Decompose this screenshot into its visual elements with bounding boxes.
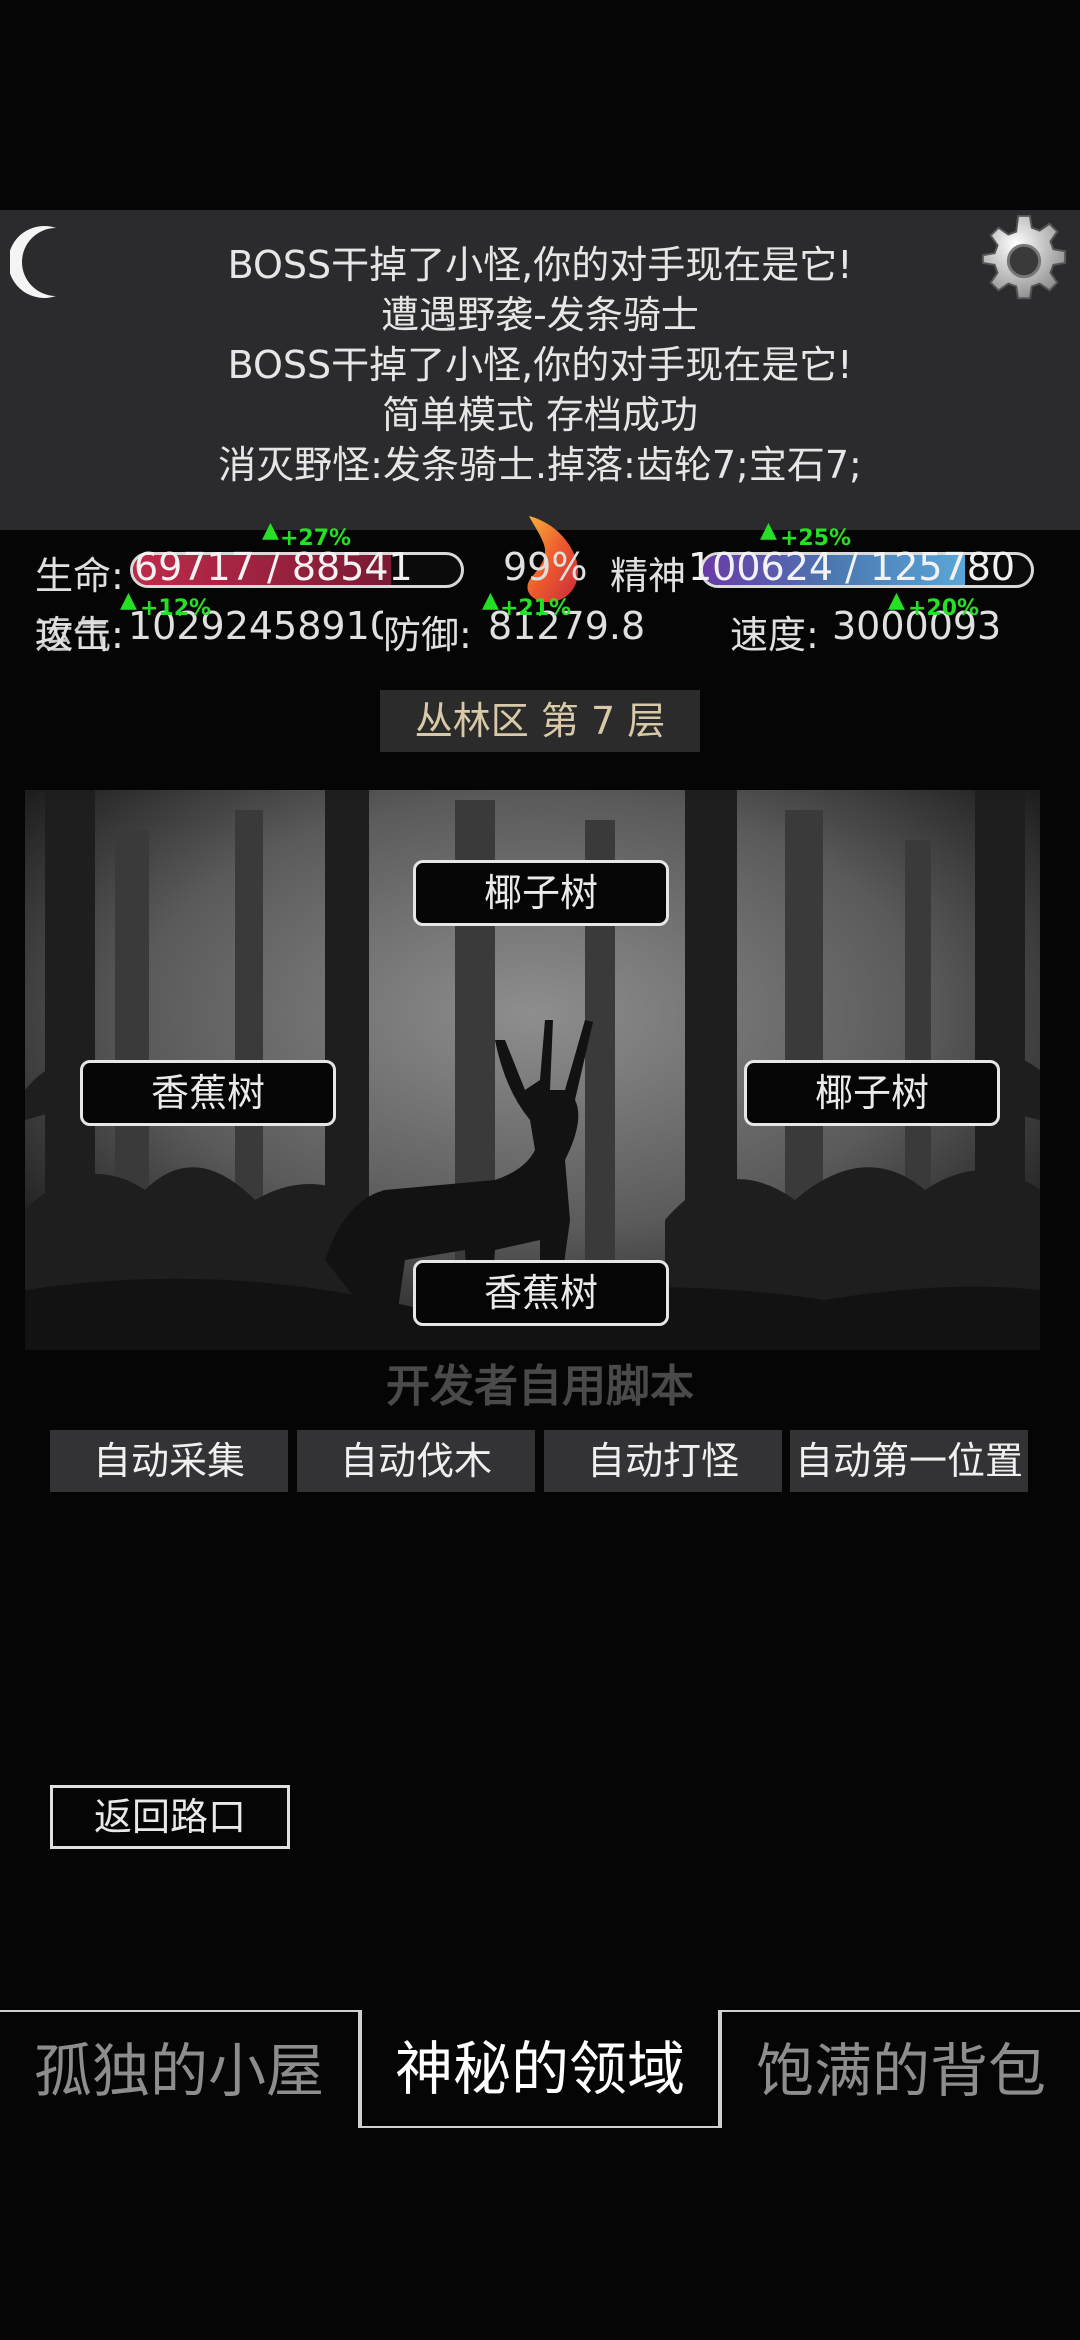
spirit-label: 精神 bbox=[610, 554, 687, 598]
auto-gather-button[interactable]: 自动采集 bbox=[50, 1430, 288, 1492]
tree-button-top[interactable]: 椰子树 bbox=[413, 860, 669, 926]
log-line: 遭遇野袭-发条骑士 bbox=[381, 293, 699, 337]
attack-label: 攻击: bbox=[35, 613, 124, 657]
back-to-crossroad-button[interactable]: 返回路口 bbox=[50, 1785, 290, 1849]
dev-scripts-title: 开发者自用脚本 bbox=[386, 1361, 694, 1412]
speed-label: 速度: bbox=[730, 613, 819, 657]
log-line: 简单模式 存档成功 bbox=[381, 393, 699, 437]
attack-bonus: +12% bbox=[140, 596, 212, 621]
defense-label: 防御: bbox=[383, 613, 472, 657]
log-line: BOSS干掉了小怪,你的对手现在是它! bbox=[227, 343, 853, 387]
tab-lonely-cabin[interactable]: 孤独的小屋 bbox=[0, 2010, 360, 2128]
log-line: BOSS干掉了小怪,你的对手现在是它! bbox=[227, 243, 853, 287]
hp-label: 生命: bbox=[35, 554, 124, 598]
tab-mysterious-realm[interactable]: 神秘的领域 bbox=[360, 2010, 720, 2128]
tree-button-right[interactable]: 椰子树 bbox=[744, 1060, 1000, 1126]
hp-value: 69717 / 88541 bbox=[134, 545, 413, 589]
tab-full-backpack[interactable]: 饱满的背包 bbox=[720, 2010, 1080, 2128]
message-log: BOSS干掉了小怪,你的对手现在是它! 遭遇野袭-发条骑士 BOSS干掉了小怪,… bbox=[0, 210, 1080, 530]
up-arrow-icon: ▲ bbox=[482, 588, 499, 613]
spirit-bonus: +25% bbox=[780, 526, 852, 551]
moon-icon[interactable] bbox=[10, 222, 70, 302]
up-arrow-icon: ▲ bbox=[120, 588, 137, 613]
tree-button-left[interactable]: 香蕉树 bbox=[80, 1060, 336, 1126]
up-arrow-icon: ▲ bbox=[760, 518, 777, 543]
auto-fight-button[interactable]: 自动打怪 bbox=[544, 1430, 782, 1492]
speed-bonus: +20% bbox=[908, 596, 980, 621]
hp-bonus: +27% bbox=[280, 526, 352, 551]
zone-title: 丛林区 第 7 层 bbox=[380, 690, 700, 752]
spirit-value: 100624 / 125780 bbox=[688, 545, 1016, 589]
tree-button-bottom[interactable]: 香蕉树 bbox=[413, 1260, 669, 1326]
log-line: 消灭野怪:发条骑士.掉落:齿轮7;宝石7; bbox=[218, 443, 862, 487]
auto-chop-button[interactable]: 自动伐木 bbox=[297, 1430, 535, 1492]
defense-bonus: +21% bbox=[500, 596, 572, 621]
percent-value: 99% bbox=[503, 545, 588, 589]
up-arrow-icon: ▲ bbox=[888, 588, 905, 613]
up-arrow-icon: ▲ bbox=[262, 518, 279, 543]
auto-first-position-button[interactable]: 自动第一位置 bbox=[790, 1430, 1028, 1492]
gear-icon[interactable] bbox=[975, 212, 1073, 310]
